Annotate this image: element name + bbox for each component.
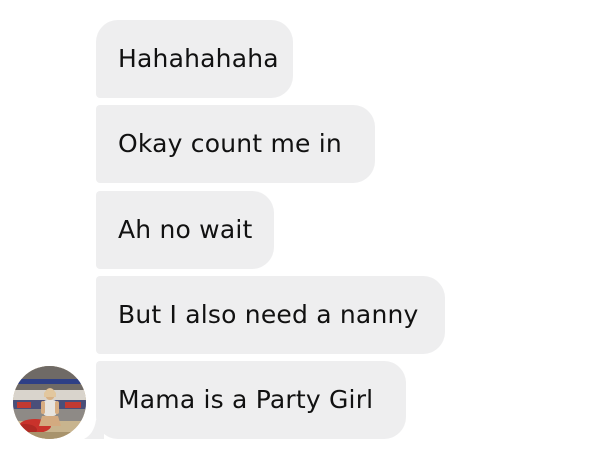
message-bubble[interactable]: Ah no wait (96, 191, 274, 269)
message-bubble[interactable]: But I also need a nanny (96, 276, 445, 354)
profile-photo-icon (13, 366, 86, 439)
message-bubble[interactable]: Mama is a Party Girl (96, 361, 406, 439)
message-text: Okay count me in (118, 129, 342, 158)
message-bubble[interactable]: Okay count me in (96, 105, 375, 183)
message-text: But I also need a nanny (118, 300, 419, 329)
message-text: Hahahahaha (118, 44, 279, 73)
message-thread: Hahahahaha Okay count me in Ah no wait B… (0, 0, 601, 450)
message-bubble[interactable]: Hahahahaha (96, 20, 293, 98)
bubble-tail (84, 420, 104, 439)
sender-avatar[interactable] (13, 366, 86, 439)
message-text: Ah no wait (118, 215, 253, 244)
message-text: Mama is a Party Girl (118, 385, 374, 414)
